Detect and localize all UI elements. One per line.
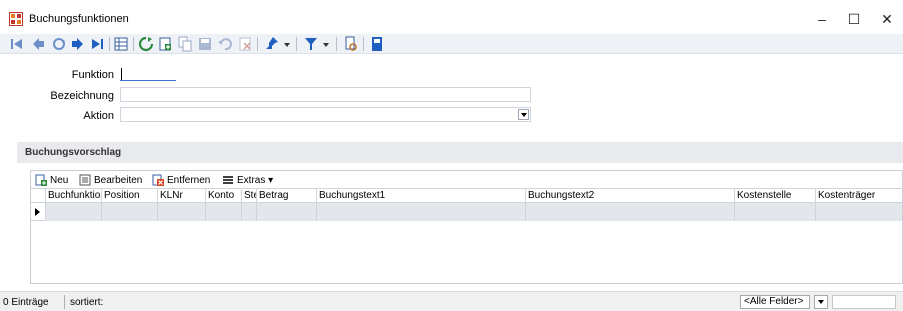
column-header-position[interactable]: Position <box>101 189 157 204</box>
chevron-down-icon[interactable] <box>518 109 529 120</box>
toolbar-separator <box>296 37 297 51</box>
grid-toolbar: Neu Bearbeiten Entfernen Extras ▾ <box>31 171 902 188</box>
new-record-icon[interactable] <box>158 36 172 52</box>
filter-input[interactable] <box>832 295 896 309</box>
filter-icon[interactable] <box>304 36 318 52</box>
remove-button[interactable]: Entfernen <box>152 173 210 187</box>
next-record-icon[interactable] <box>70 36 84 52</box>
window-title: Buchungsfunktionen <box>29 13 129 25</box>
previous-record-icon[interactable] <box>32 36 46 52</box>
sort-status: sortiert: <box>70 297 104 308</box>
table-row[interactable] <box>31 203 902 221</box>
funktion-label: Funktion <box>71 69 114 81</box>
bezeichnung-label: Bezeichnung <box>50 90 114 102</box>
table-cell[interactable] <box>101 203 157 221</box>
main-toolbar <box>0 34 903 54</box>
toolbar-separator <box>109 37 110 51</box>
toolbar-separator <box>133 37 134 51</box>
copy-record-icon[interactable] <box>178 36 192 52</box>
column-header-betrag[interactable]: Betrag <box>256 189 316 204</box>
edit-button[interactable]: Bearbeiten <box>79 173 142 187</box>
edit-label: Bearbeiten <box>94 174 143 186</box>
new-label: Neu <box>50 174 69 186</box>
table-view-icon[interactable] <box>114 36 128 52</box>
status-bar: 0 Einträge sortiert: <Alle Felder> <box>0 291 903 311</box>
toolbar-separator <box>363 37 364 51</box>
record-count: 0 Einträge <box>3 297 49 308</box>
table-cell[interactable] <box>734 203 815 221</box>
table-cell[interactable] <box>157 203 205 221</box>
refresh-circle-icon[interactable] <box>52 36 66 52</box>
first-record-icon[interactable] <box>10 36 24 52</box>
column-header-buchungstext2[interactable]: Buchungstext2 <box>525 189 734 204</box>
aktion-dropdown[interactable] <box>120 107 531 122</box>
filter-dropdown-icon[interactable] <box>322 36 330 52</box>
column-header-konto[interactable]: Konto <box>205 189 241 204</box>
section-title: Buchungsvorschlag <box>25 147 122 158</box>
column-header-kostenstelle[interactable]: Kostenstelle <box>734 189 815 204</box>
column-header-buchungstext1[interactable]: Buchungstext1 <box>316 189 525 204</box>
row-indicator-icon <box>35 208 40 216</box>
reload-icon[interactable] <box>139 36 153 52</box>
last-record-icon[interactable] <box>90 36 104 52</box>
pin-dropdown-icon[interactable] <box>283 36 291 52</box>
grid-header: Buchfunktion Position KLNr Konto Steuer … <box>31 188 902 204</box>
table-cell[interactable] <box>205 203 241 221</box>
edit-icon <box>79 174 91 186</box>
new-icon <box>35 174 47 186</box>
text-caret <box>121 68 122 80</box>
table-cell[interactable] <box>241 203 256 221</box>
aktion-label: Aktion <box>83 110 114 122</box>
pin-icon[interactable] <box>265 36 279 52</box>
save-record-icon[interactable] <box>198 36 212 52</box>
field-filter-select[interactable]: <Alle Felder> <box>740 295 810 309</box>
table-cell[interactable] <box>256 203 316 221</box>
extras-menu-button[interactable]: Extras ▾ <box>222 173 273 187</box>
settings-icon[interactable] <box>370 36 384 52</box>
toolbar-separator <box>336 37 337 51</box>
extras-label: Extras ▾ <box>237 174 274 186</box>
remove-icon <box>152 174 164 186</box>
delete-record-icon[interactable] <box>238 36 252 52</box>
funktion-field[interactable] <box>120 66 176 81</box>
maximize-button[interactable]: ☐ <box>840 8 868 30</box>
column-header-buchfunktion[interactable]: Buchfunktion <box>45 189 101 204</box>
print-preview-icon[interactable] <box>344 36 358 52</box>
undo-icon[interactable] <box>218 36 232 52</box>
minimize-button[interactable]: – <box>808 8 836 30</box>
buchungsvorschlag-grid: Neu Bearbeiten Entfernen Extras ▾ Buchfu… <box>30 170 903 284</box>
column-header-steuer[interactable]: Steuer <box>241 189 256 204</box>
new-button[interactable]: Neu <box>35 173 68 187</box>
chevron-down-icon[interactable] <box>814 295 828 309</box>
status-separator <box>64 295 65 309</box>
table-cell[interactable] <box>815 203 902 221</box>
table-cell[interactable] <box>316 203 525 221</box>
toolbar-separator <box>257 37 258 51</box>
remove-label: Entfernen <box>167 174 211 186</box>
table-cell[interactable] <box>525 203 734 221</box>
section-header: Buchungsvorschlag <box>17 142 903 163</box>
table-cell[interactable] <box>45 203 101 221</box>
title-bar: Buchungsfunktionen – ☐ ✕ <box>0 0 903 34</box>
column-header-klnr[interactable]: KLNr <box>157 189 205 204</box>
column-header-kostentraeger[interactable]: Kostenträger <box>815 189 902 204</box>
app-icon <box>9 12 23 26</box>
menu-icon <box>223 176 233 184</box>
close-button[interactable]: ✕ <box>873 8 901 30</box>
bezeichnung-field[interactable] <box>120 87 531 102</box>
